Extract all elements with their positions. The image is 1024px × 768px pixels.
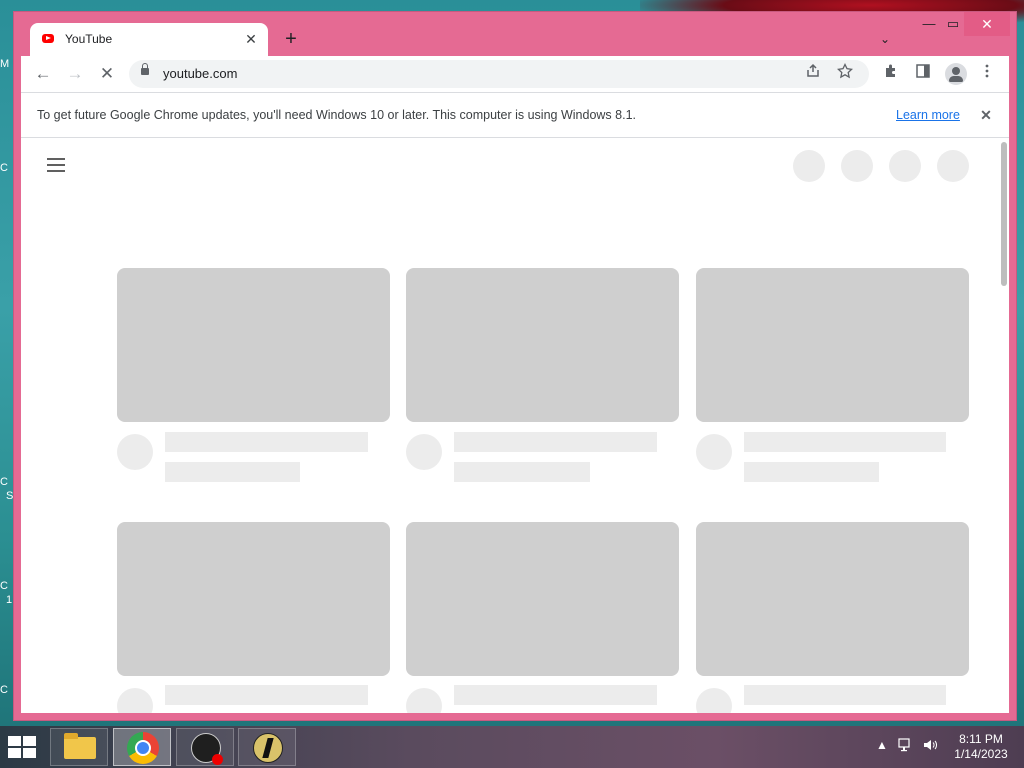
- new-tab-button[interactable]: +: [280, 28, 302, 50]
- taskbar-clock[interactable]: 8:11 PM 1/14/2023: [946, 732, 1016, 762]
- skeleton-video-thumbnail: [406, 522, 679, 676]
- tab-strip: YouTube ✕ + ⌄ — ▭ ✕: [14, 12, 1016, 56]
- desktop-icon-label[interactable]: C: [0, 580, 14, 592]
- tab-search-icon[interactable]: ⌄: [876, 30, 894, 48]
- lock-icon[interactable]: [141, 63, 149, 75]
- youtube-page-skeleton: [21, 138, 1009, 713]
- skeleton-channel-avatar: [406, 688, 442, 713]
- skeleton-video-thumbnail: [117, 522, 390, 676]
- skeleton-channel-avatar: [406, 434, 442, 470]
- desktop-icon-label[interactable]: C: [0, 476, 14, 488]
- skeleton-channel-avatar: [696, 688, 732, 713]
- share-icon[interactable]: [801, 62, 825, 86]
- windows-taskbar: ▲ 8:11 PM 1/14/2023: [0, 726, 1024, 768]
- chrome-icon: [127, 732, 159, 764]
- skeleton-header-circle: [937, 150, 969, 182]
- skeleton-video-thumbnail: [406, 268, 679, 422]
- skeleton-title-line: [165, 432, 368, 452]
- skeleton-title-line: [744, 432, 946, 452]
- skeleton-title-line: [744, 685, 946, 705]
- infobar-close-icon[interactable]: ✕: [976, 105, 996, 125]
- tab-title: YouTube: [65, 32, 113, 46]
- taskbar-chrome[interactable]: [113, 728, 171, 766]
- folder-icon: [64, 733, 96, 759]
- bookmark-star-icon[interactable]: [833, 62, 857, 86]
- skeleton-title-line: [454, 432, 657, 452]
- skeleton-channel-avatar: [117, 688, 153, 713]
- skeleton-title-line: [165, 685, 368, 705]
- counter-strike-icon: [253, 733, 283, 763]
- desktop-icon-label[interactable]: C: [0, 162, 14, 174]
- close-window-button[interactable]: ✕: [964, 12, 1010, 36]
- skeleton-channel-avatar: [117, 434, 153, 470]
- skeleton-meta-line: [744, 462, 879, 482]
- stop-loading-button[interactable]: ✕: [95, 62, 119, 86]
- address-bar[interactable]: youtube.com: [129, 60, 869, 88]
- infobar-message: To get future Google Chrome updates, you…: [37, 108, 636, 122]
- taskbar-counter-strike[interactable]: [238, 728, 296, 766]
- network-icon[interactable]: [898, 738, 914, 755]
- show-hidden-icons-icon[interactable]: ▲: [876, 738, 888, 752]
- skeleton-meta-line: [454, 462, 590, 482]
- skeleton-meta-line: [165, 462, 300, 482]
- clock-date: 1/14/2023: [954, 747, 1008, 761]
- clock-time: 8:11 PM: [959, 732, 1003, 746]
- learn-more-link[interactable]: Learn more: [896, 108, 960, 122]
- profile-icon[interactable]: [945, 63, 967, 85]
- obs-icon: [191, 733, 223, 765]
- side-panel-icon[interactable]: [911, 62, 935, 86]
- desktop-icon-label[interactable]: C: [0, 684, 14, 696]
- skeleton-video-thumbnail: [696, 268, 969, 422]
- address-url[interactable]: youtube.com: [163, 66, 237, 81]
- hamburger-menu-icon[interactable]: [47, 158, 67, 172]
- skeleton-header-circle: [889, 150, 921, 182]
- tab-close-icon[interactable]: ✕: [242, 30, 260, 48]
- skeleton-channel-avatar: [696, 434, 732, 470]
- skeleton-title-line: [454, 685, 657, 705]
- chrome-menu-icon[interactable]: [975, 62, 999, 86]
- skeleton-header-circle: [841, 150, 873, 182]
- chrome-window: YouTube ✕ + ⌄ — ▭ ✕ ← → ✕ youtube.com To…: [14, 12, 1016, 720]
- back-button[interactable]: ←: [31, 62, 55, 86]
- taskbar-obs[interactable]: [176, 728, 234, 766]
- skeleton-header-circle: [793, 150, 825, 182]
- tab-youtube[interactable]: YouTube ✕: [30, 23, 268, 56]
- forward-button[interactable]: →: [63, 62, 87, 86]
- windows-start-icon[interactable]: [8, 736, 38, 760]
- desktop-icon-label[interactable]: M: [0, 58, 14, 70]
- skeleton-video-thumbnail: [117, 268, 390, 422]
- taskbar-file-explorer[interactable]: [50, 728, 108, 766]
- page-scrollbar[interactable]: [1001, 142, 1007, 286]
- update-infobar: To get future Google Chrome updates, you…: [21, 92, 1009, 138]
- extensions-icon[interactable]: [879, 62, 903, 86]
- browser-toolbar: ← → ✕ youtube.com: [21, 56, 1009, 92]
- youtube-favicon-icon: [42, 34, 54, 43]
- skeleton-video-thumbnail: [696, 522, 969, 676]
- volume-icon[interactable]: [922, 738, 938, 755]
